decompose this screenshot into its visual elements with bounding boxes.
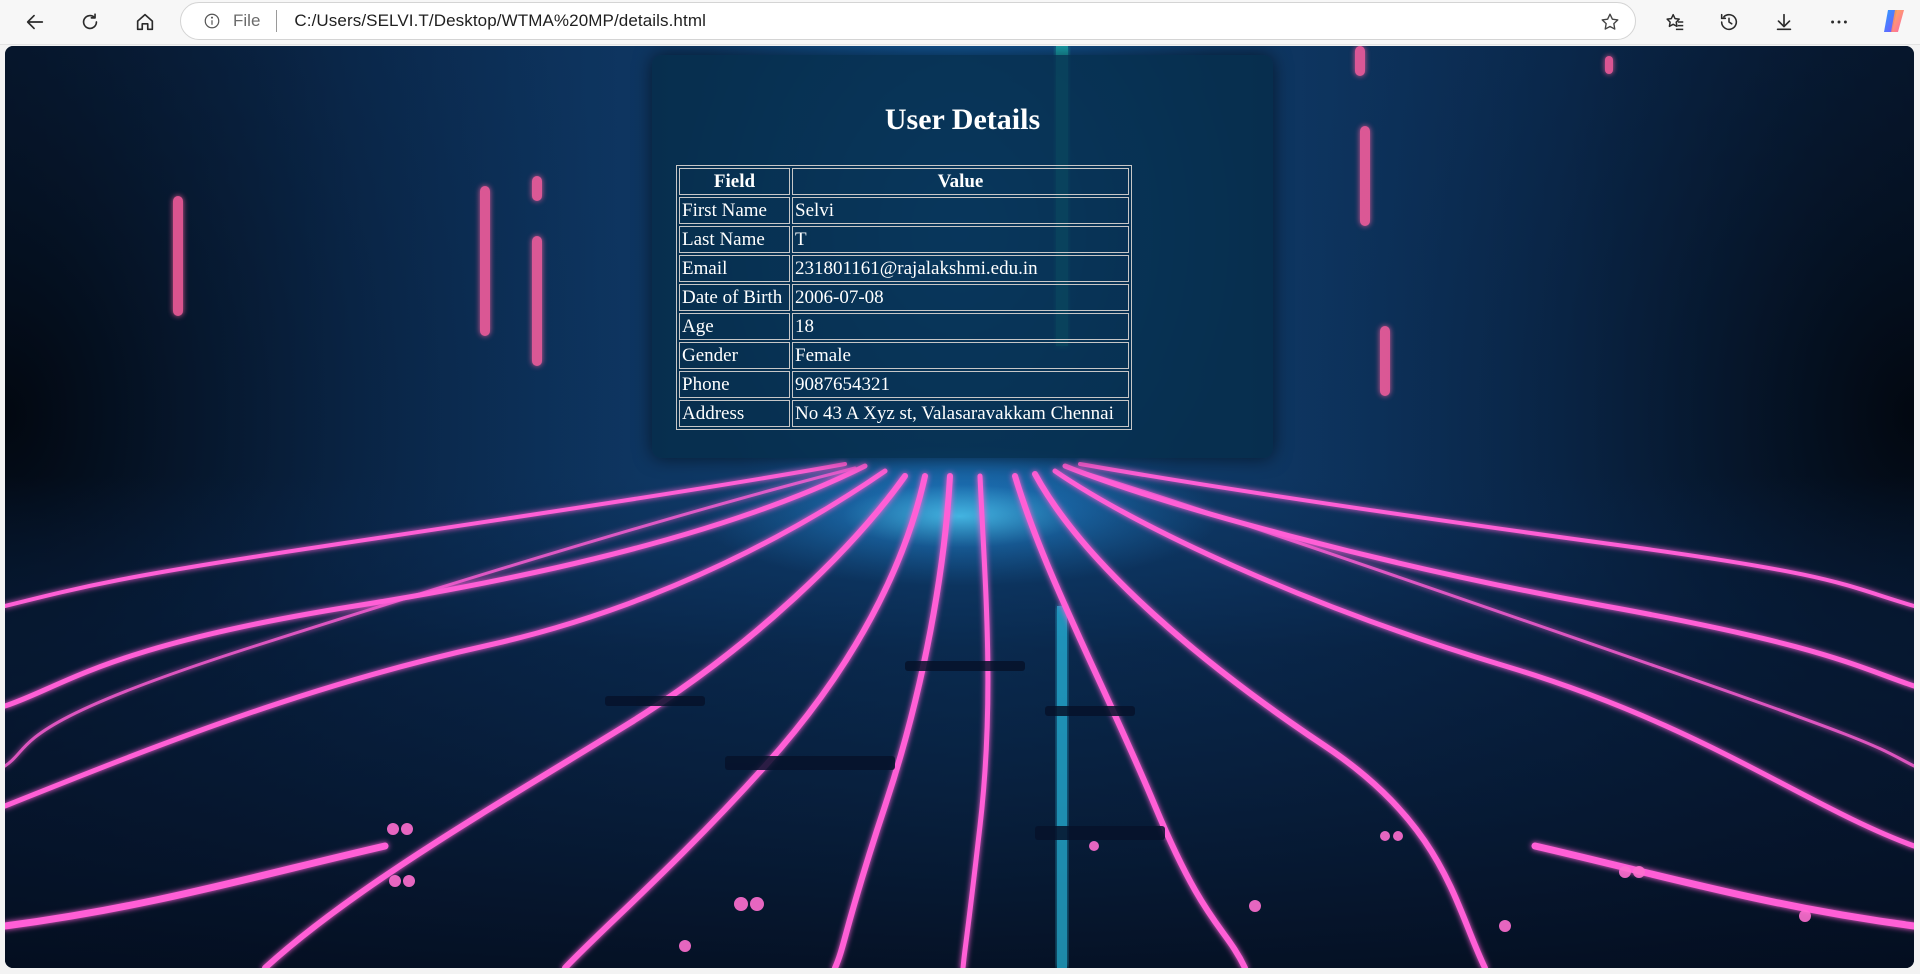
url-text[interactable]: C:/Users/SELVI.T/Desktop/WTMA%20MP/detai… — [294, 11, 706, 31]
table-header-row: Field Value — [679, 168, 1129, 195]
favorite-star-icon[interactable] — [1599, 11, 1621, 33]
copilot-icon[interactable] — [1880, 7, 1908, 35]
back-icon[interactable] — [18, 5, 52, 39]
address-scheme-label: File — [233, 11, 261, 30]
info-icon[interactable] — [203, 12, 221, 30]
field-value: 9087654321 — [792, 371, 1129, 398]
user-details-table: Field Value First Name Selvi Last Name T… — [676, 165, 1132, 430]
field-value: 2006-07-08 — [792, 284, 1129, 311]
field-value: Selvi — [792, 197, 1129, 224]
field-value: T — [792, 226, 1129, 253]
favorites-icon[interactable] — [1658, 5, 1692, 39]
table-row: Date of Birth 2006-07-08 — [679, 284, 1129, 311]
table-row: Address No 43 A Xyz st, Valasaravakkam C… — [679, 400, 1129, 427]
field-value: 231801161@rajalakshmi.edu.in — [792, 255, 1129, 282]
history-icon[interactable] — [1712, 5, 1746, 39]
field-value: Female — [792, 342, 1129, 369]
download-icon[interactable] — [1767, 5, 1801, 39]
field-label: Last Name — [679, 226, 790, 253]
column-header-field: Field — [679, 168, 790, 195]
user-details-card: User Details Field Value First Name Selv… — [652, 55, 1273, 458]
column-header-value: Value — [792, 168, 1129, 195]
table-row: Gender Female — [679, 342, 1129, 369]
field-label: Age — [679, 313, 790, 340]
field-label: Phone — [679, 371, 790, 398]
field-label: Gender — [679, 342, 790, 369]
field-value: 18 — [792, 313, 1129, 340]
table-row: First Name Selvi — [679, 197, 1129, 224]
home-icon[interactable] — [128, 5, 162, 39]
table-row: Age 18 — [679, 313, 1129, 340]
field-label: Date of Birth — [679, 284, 790, 311]
field-label: Address — [679, 400, 790, 427]
table-row: Last Name T — [679, 226, 1129, 253]
field-value: No 43 A Xyz st, Valasaravakkam Chennai — [792, 400, 1129, 427]
table-row: Email 231801161@rajalakshmi.edu.in — [679, 255, 1129, 282]
browser-toolbar: File C:/Users/SELVI.T/Desktop/WTMA%20MP/… — [0, 0, 1920, 45]
refresh-icon[interactable] — [73, 5, 107, 39]
address-divider — [276, 10, 278, 32]
address-bar[interactable]: File C:/Users/SELVI.T/Desktop/WTMA%20MP/… — [180, 2, 1636, 40]
field-label: First Name — [679, 197, 790, 224]
table-row: Phone 9087654321 — [679, 371, 1129, 398]
page-viewport: User Details Field Value First Name Selv… — [5, 46, 1914, 968]
page-title: User Details — [884, 103, 1041, 136]
more-icon[interactable] — [1822, 5, 1856, 39]
field-label: Email — [679, 255, 790, 282]
